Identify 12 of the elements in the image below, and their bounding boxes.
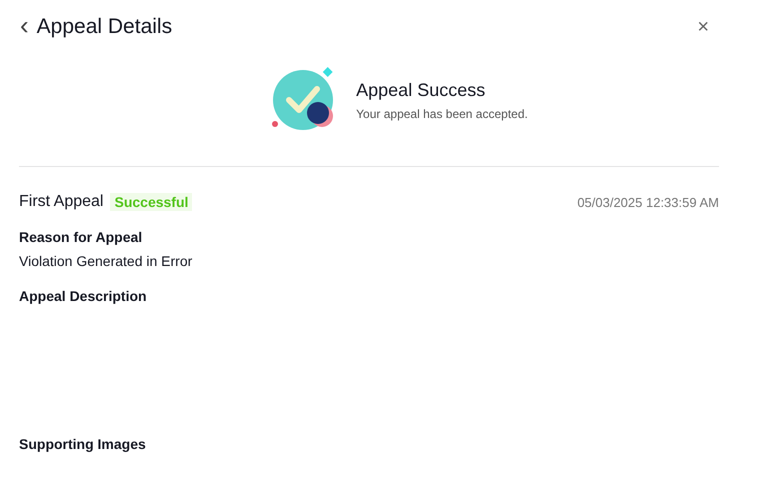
status-badge: Successful (110, 193, 192, 211)
back-button[interactable]: ‹ (20, 12, 37, 42)
success-title: Appeal Success (356, 80, 486, 100)
section-label: Supporting Images (19, 436, 147, 452)
appeal-time: 05/03/2025 12:33:59 AM (577, 194, 719, 210)
appeal-title: First Appeal (19, 193, 104, 211)
success-message: Your appeal has been accepted. (356, 106, 528, 120)
field-label: Reason for Appeal (19, 229, 144, 245)
page-title: Appeal Details (36, 15, 174, 39)
field-value: Violation Generated in Error (19, 253, 194, 269)
close-button[interactable]: × (697, 17, 709, 37)
field-label: Appeal Description (19, 288, 148, 304)
